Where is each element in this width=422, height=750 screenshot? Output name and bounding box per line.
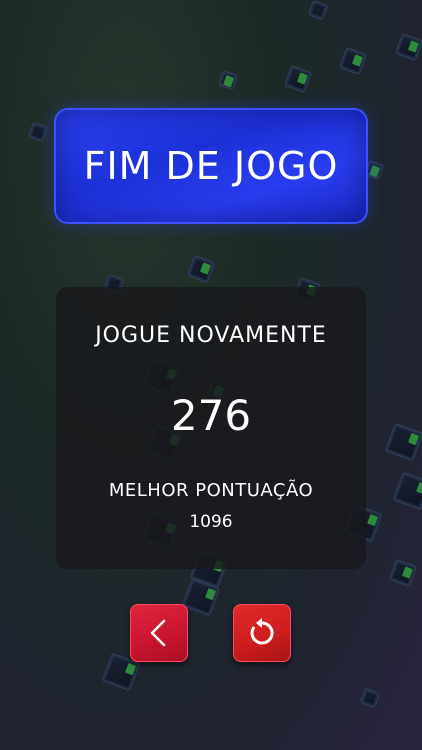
cube-decoration xyxy=(363,159,385,181)
back-button[interactable] xyxy=(130,604,188,662)
cube-decoration xyxy=(307,0,329,21)
restart-button[interactable] xyxy=(233,604,291,662)
best-score-value: 1096 xyxy=(189,512,233,532)
play-again-button[interactable]: JOGUE NOVAMENTE xyxy=(56,323,366,348)
current-score: 276 xyxy=(170,391,252,440)
cube-decoration xyxy=(388,558,418,588)
cube-decoration xyxy=(392,471,422,511)
cube-decoration xyxy=(283,64,313,94)
cube-decoration xyxy=(27,121,49,143)
cube-decoration xyxy=(217,69,239,91)
best-score-label: MELHOR PONTUAÇÃO xyxy=(108,480,314,501)
cube-decoration xyxy=(338,46,368,76)
restart-icon xyxy=(250,618,274,645)
chevron-left-icon xyxy=(150,619,166,647)
cube-decoration xyxy=(186,254,216,284)
cube-decoration xyxy=(384,422,422,462)
score-panel: JOGUE NOVAMENTE 276 MELHOR PONTUAÇÃO 109… xyxy=(56,287,366,569)
cube-decoration xyxy=(394,32,422,62)
game-over-title: FIM DE JOGO xyxy=(83,144,339,188)
game-over-banner: FIM DE JOGO xyxy=(56,110,366,222)
cube-decoration xyxy=(359,687,381,709)
